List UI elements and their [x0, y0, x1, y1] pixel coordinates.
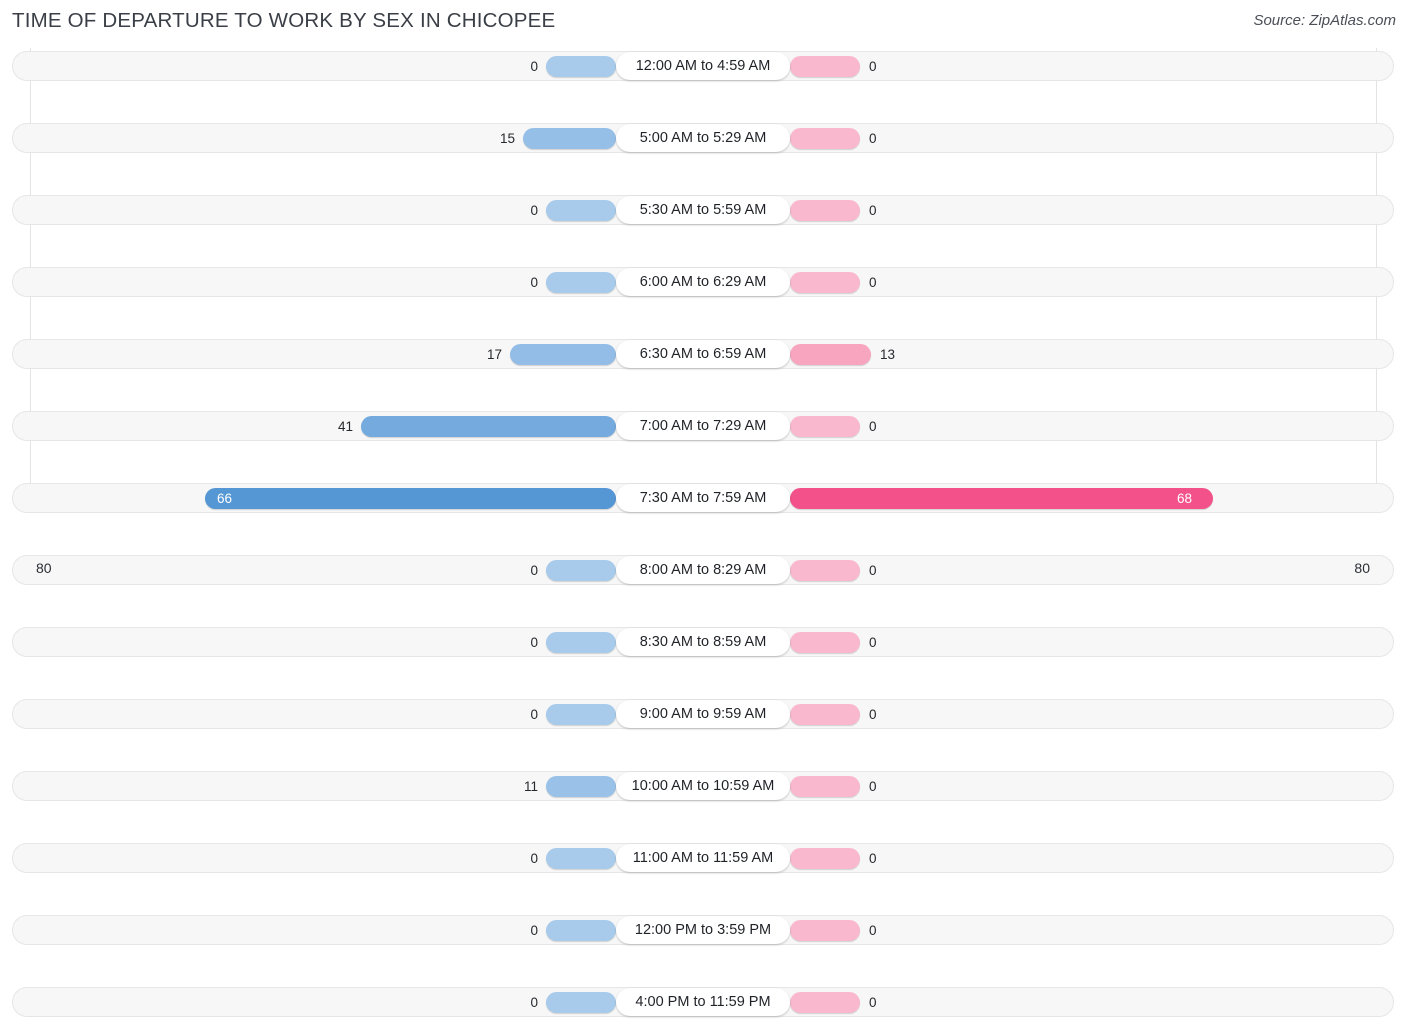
- category-label: 11:00 AM to 11:59 AM: [616, 844, 790, 872]
- bar-value-male: 0: [530, 275, 538, 290]
- chart-row: 66 68 7:30 AM to 7:59 AM: [0, 480, 1406, 516]
- bar-value-male: 0: [530, 851, 538, 866]
- bar-value-male: 0: [530, 923, 538, 938]
- chart-row: 17 13 6:30 AM to 6:59 AM: [0, 336, 1406, 372]
- chart-row: 0 0 9:00 AM to 9:59 AM: [0, 696, 1406, 732]
- category-label: 6:00 AM to 6:29 AM: [616, 268, 790, 296]
- bar-male[interactable]: [546, 704, 616, 725]
- chart-row: 0 0 6:00 AM to 6:29 AM: [0, 264, 1406, 300]
- diverging-bar-chart: 0 0 12:00 AM to 4:59 AM 15 0 5:00 AM to 5:29 …: [0, 48, 1406, 1017]
- bar-value-female: 0: [869, 851, 877, 866]
- bar-value-female: 68: [1177, 491, 1193, 506]
- category-label: 4:00 PM to 11:59 PM: [616, 988, 790, 1016]
- chart-row: 0 0 12:00 AM to 4:59 AM: [0, 48, 1406, 84]
- category-label: 5:30 AM to 5:59 AM: [616, 196, 790, 224]
- bar-value-male: 0: [530, 59, 538, 74]
- bar-female[interactable]: [790, 488, 1213, 509]
- category-label: 12:00 AM to 4:59 AM: [616, 52, 790, 80]
- category-label: 7:30 AM to 7:59 AM: [616, 484, 790, 512]
- source-attribution: Source: ZipAtlas.com: [1253, 12, 1396, 29]
- chart-page: TIME OF DEPARTURE TO WORK BY SEX IN CHIC…: [0, 0, 1406, 1017]
- category-label: 7:00 AM to 7:29 AM: [616, 412, 790, 440]
- bar-value-female: 0: [869, 275, 877, 290]
- bar-value-male: 11: [523, 779, 538, 794]
- bar-male[interactable]: [546, 848, 616, 869]
- chart-row: 0 0 11:00 AM to 11:59 AM: [0, 840, 1406, 876]
- chart-row: 0 0 4:00 PM to 11:59 PM: [0, 984, 1406, 1020]
- bar-female[interactable]: [790, 56, 860, 77]
- bar-value-female: 0: [869, 635, 877, 650]
- bar-male[interactable]: [546, 272, 616, 293]
- bar-male[interactable]: [546, 56, 616, 77]
- bar-female[interactable]: [790, 272, 860, 293]
- bar-value-male: 0: [530, 203, 538, 218]
- chart-row: 15 0 5:00 AM to 5:29 AM: [0, 120, 1406, 156]
- bar-value-female: 0: [869, 923, 877, 938]
- bar-male[interactable]: [546, 776, 616, 797]
- category-label: 12:00 PM to 3:59 PM: [616, 916, 790, 944]
- bar-male[interactable]: [546, 200, 616, 221]
- bar-value-female: 0: [869, 131, 877, 146]
- bar-female[interactable]: [790, 632, 860, 653]
- bar-value-female: 0: [869, 779, 877, 794]
- bar-male[interactable]: [361, 416, 616, 437]
- bar-male[interactable]: [510, 344, 616, 365]
- bar-value-male: 17: [486, 347, 502, 362]
- bar-female[interactable]: [790, 776, 860, 797]
- bar-female[interactable]: [790, 416, 860, 437]
- category-label: 8:00 AM to 8:29 AM: [616, 556, 790, 584]
- bar-value-female: 0: [869, 59, 877, 74]
- bar-value-female: 0: [869, 203, 877, 218]
- bar-female[interactable]: [790, 920, 860, 941]
- bar-value-male: 66: [217, 491, 233, 506]
- bar-value-male: 0: [530, 707, 538, 722]
- bar-male[interactable]: [546, 920, 616, 941]
- category-label: 5:00 AM to 5:29 AM: [616, 124, 790, 152]
- bar-male[interactable]: [546, 632, 616, 653]
- chart-row: 11 0 10:00 AM to 10:59 AM: [0, 768, 1406, 804]
- category-label: 10:00 AM to 10:59 AM: [616, 772, 790, 800]
- bar-value-male: 15: [499, 131, 515, 146]
- bar-male[interactable]: [546, 992, 616, 1013]
- bar-male[interactable]: [205, 488, 616, 509]
- bar-value-female: 0: [869, 707, 877, 722]
- category-label: 6:30 AM to 6:59 AM: [616, 340, 790, 368]
- bar-value-male: 0: [530, 995, 538, 1010]
- chart-row: 41 0 7:00 AM to 7:29 AM: [0, 408, 1406, 444]
- bar-female[interactable]: [790, 200, 860, 221]
- page-title: TIME OF DEPARTURE TO WORK BY SEX IN CHIC…: [12, 9, 556, 32]
- category-label: 9:00 AM to 9:59 AM: [616, 700, 790, 728]
- bar-female[interactable]: [790, 128, 860, 149]
- chart-row: 0 0 8:30 AM to 8:59 AM: [0, 624, 1406, 660]
- bar-value-male: 41: [337, 419, 353, 434]
- bar-female[interactable]: [790, 344, 871, 365]
- bar-value-female: 0: [869, 995, 877, 1010]
- category-label: 8:30 AM to 8:59 AM: [616, 628, 790, 656]
- chart-row: 0 0 5:30 AM to 5:59 AM: [0, 192, 1406, 228]
- chart-row: 0 0 12:00 PM to 3:59 PM: [0, 912, 1406, 948]
- bar-value-female: 0: [869, 419, 877, 434]
- bar-female[interactable]: [790, 848, 860, 869]
- page-header: TIME OF DEPARTURE TO WORK BY SEX IN CHIC…: [0, 0, 1406, 44]
- bar-female[interactable]: [790, 992, 860, 1013]
- bar-female[interactable]: [790, 704, 860, 725]
- bar-male[interactable]: [523, 128, 616, 149]
- bar-value-female: 13: [880, 347, 896, 362]
- bar-value-male: 0: [530, 635, 538, 650]
